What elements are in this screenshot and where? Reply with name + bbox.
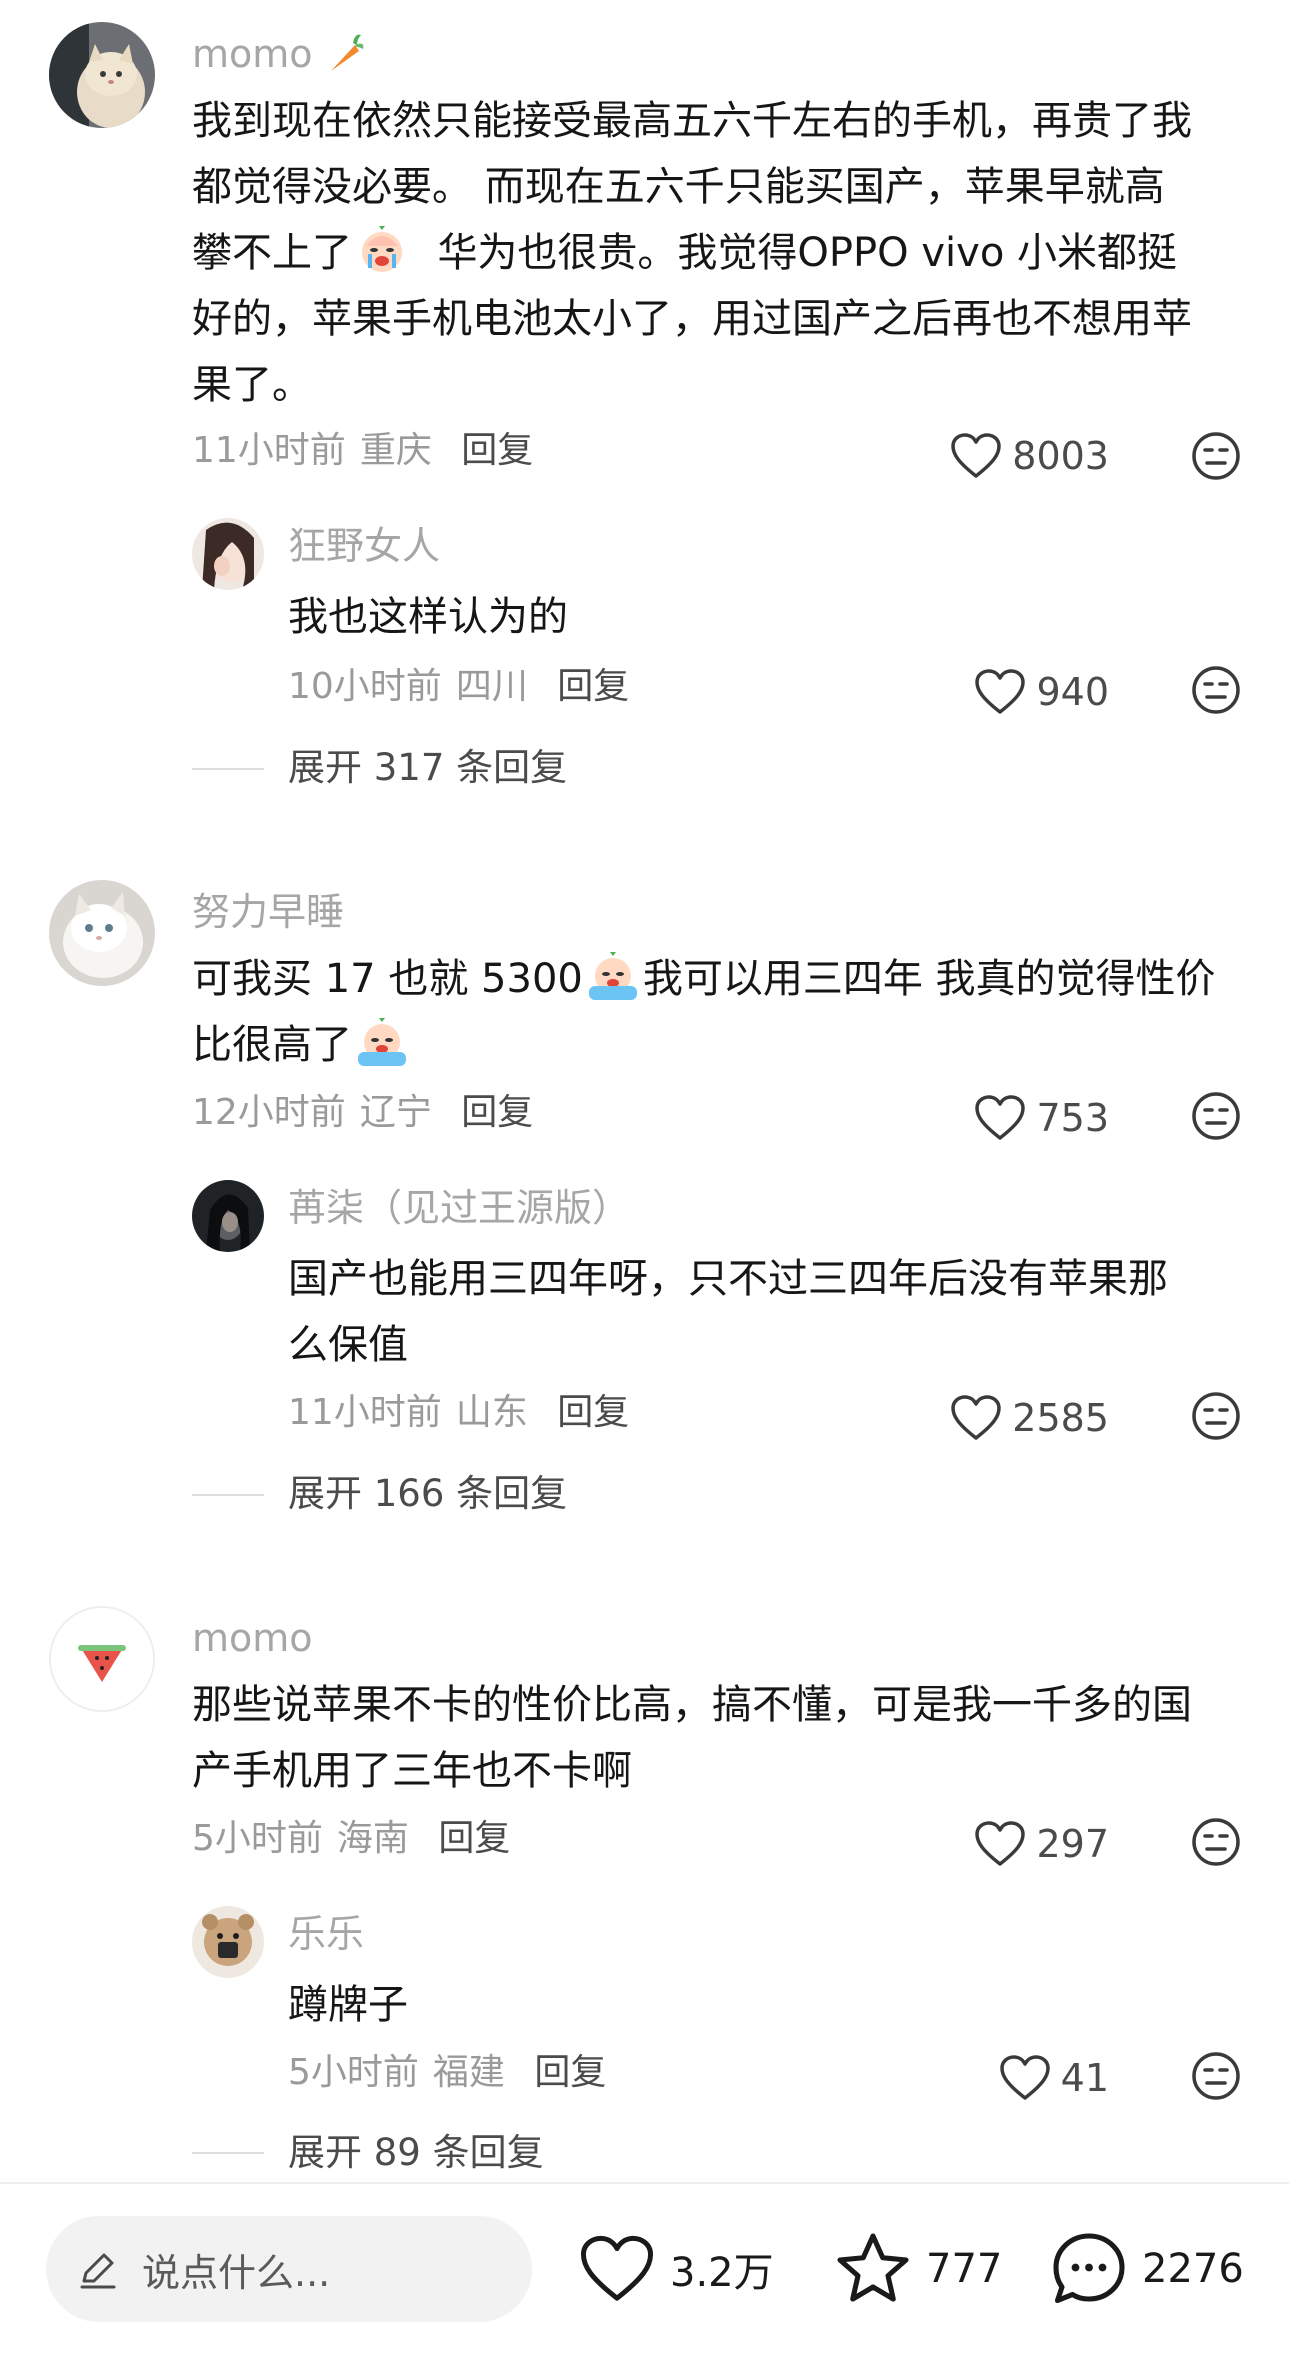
dislike-icon[interactable] (1190, 1390, 1242, 1442)
like-count: 8003 (1012, 434, 1109, 478)
like-button[interactable]: 8003 (950, 428, 1109, 484)
like-count: 2585 (1012, 1396, 1109, 1440)
like-button[interactable]: 297 (974, 1816, 1109, 1872)
reply-username[interactable]: 苒柒（见过王源版） (288, 1184, 630, 1232)
favorite-count: 777 (926, 2246, 1003, 2292)
favorite-button[interactable]: 777 (834, 2224, 1002, 2314)
crying-emoji-icon (356, 224, 408, 276)
heart-icon (975, 1821, 1026, 1866)
reply-username[interactable]: 狂野女人 (288, 522, 440, 570)
comment-input-placeholder: 说点什么... (142, 2250, 331, 2295)
pencil-icon (80, 2253, 116, 2289)
dislike-icon[interactable] (1190, 430, 1242, 482)
like-button[interactable]: 753 (974, 1090, 1109, 1146)
comment-username[interactable]: 努力早睡 (192, 888, 344, 936)
expand-divider (192, 1494, 264, 1496)
reply-location: 山东 (455, 1392, 528, 1433)
dislike-icon[interactable] (1190, 664, 1242, 716)
reply-location: 福建 (432, 2052, 505, 2093)
heart-icon (999, 2055, 1050, 2100)
like-post-button[interactable]: 3.2万 (578, 2224, 774, 2314)
like-post-count: 3.2万 (670, 2250, 774, 2296)
reply-text: 我也这样认为的 (288, 594, 568, 640)
heart-icon (951, 433, 1002, 478)
comment-input[interactable]: 说点什么... (46, 2216, 532, 2322)
bottom-action-bar: 说点什么... 3.2万 777 2276 (0, 2184, 1289, 2368)
reply-meta: 10小时前 四川 回复 (288, 664, 629, 710)
dislike-icon[interactable] (1190, 2050, 1242, 2102)
reply-location: 四川 (455, 666, 528, 707)
comment-meta: 11小时前 重庆 回复 (192, 428, 533, 474)
reply-username[interactable]: 乐乐 (288, 1910, 364, 1958)
heart-icon (951, 1395, 1002, 1440)
avatar[interactable] (192, 1906, 264, 1978)
comments-page: momo 我到现在依然只能接受最高五六千左右的手机，再贵了我 都觉得没必要。 而… (0, 0, 1289, 2368)
avatar[interactable] (192, 518, 264, 590)
reply-meta: 11小时前 山东 回复 (288, 1390, 629, 1436)
reply-time: 11小时前 (288, 1392, 442, 1433)
heart-icon (975, 1095, 1026, 1140)
avatar[interactable] (49, 1606, 155, 1712)
reply-meta: 5小时前 福建 回复 (288, 2050, 606, 2096)
avatar[interactable] (49, 880, 155, 986)
reply-button[interactable]: 回复 (557, 1392, 629, 1433)
like-button[interactable]: 2585 (950, 1390, 1109, 1446)
star-icon (837, 2233, 909, 2302)
comment-time: 5小时前 (192, 1818, 323, 1859)
like-button[interactable]: 940 (974, 664, 1109, 720)
like-button[interactable]: 41 (999, 2050, 1109, 2106)
comment-time: 11小时前 (192, 430, 346, 471)
like-count: 940 (1036, 670, 1109, 714)
reply-time: 5小时前 (288, 2052, 419, 2093)
reply-text: 国产也能用三四年呀，只不过三四年后没有苹果那 么保值 (288, 1256, 1168, 1368)
reply-text: 蹲牌子 (288, 1982, 408, 2028)
comment-meta: 5小时前 海南 回复 (192, 1816, 510, 1862)
reply-time: 10小时前 (288, 666, 442, 707)
comment-location: 辽宁 (359, 1092, 432, 1133)
dislike-icon[interactable] (1190, 1816, 1242, 1868)
comment-username[interactable]: momo (192, 30, 365, 78)
reply-button[interactable]: 回复 (461, 1092, 533, 1133)
dislike-icon[interactable] (1190, 1090, 1242, 1142)
reply-button[interactable]: 回复 (557, 666, 629, 707)
comment-count: 2276 (1142, 2246, 1244, 2292)
comment-username[interactable]: momo (192, 1614, 313, 1662)
like-count: 753 (1036, 1096, 1109, 1140)
reply-button[interactable]: 回复 (534, 2052, 606, 2093)
heart-icon (975, 669, 1026, 714)
comment-text: 我到现在依然只能接受最高五六千左右的手机，再贵了我 都觉得没必要。 而现在五六千… (192, 98, 1192, 408)
like-count: 297 (1036, 1822, 1109, 1866)
comment-time: 12小时前 (192, 1092, 346, 1133)
comment-text: 可我买 17 也就 5300 我可以用三四年 我真的觉得性价 比很高了 (192, 946, 1252, 1078)
expand-divider (192, 768, 264, 770)
avatar[interactable] (192, 1180, 264, 1252)
comment-location: 重庆 (359, 430, 432, 471)
comment-text: 那些说苹果不卡的性价比高，搞不懂，可是我一千多的国 产手机用了三年也不卡啊 (192, 1682, 1192, 1794)
comment-meta: 12小时前 辽宁 回复 (192, 1090, 533, 1136)
avatar[interactable] (49, 22, 155, 128)
reply-button[interactable]: 回复 (461, 430, 533, 471)
expand-divider (192, 2152, 264, 2154)
crying-emoji-icon (356, 1016, 408, 1068)
comment-location: 海南 (336, 1818, 409, 1859)
chat-bubble-icon (1053, 2233, 1125, 2304)
comment-count-button[interactable]: 2276 (1050, 2224, 1244, 2314)
like-count: 41 (1060, 2056, 1109, 2100)
carrot-emoji-icon (330, 34, 363, 71)
crying-emoji-icon (587, 950, 639, 1002)
heart-icon (580, 2235, 654, 2301)
reply-button[interactable]: 回复 (438, 1818, 510, 1859)
